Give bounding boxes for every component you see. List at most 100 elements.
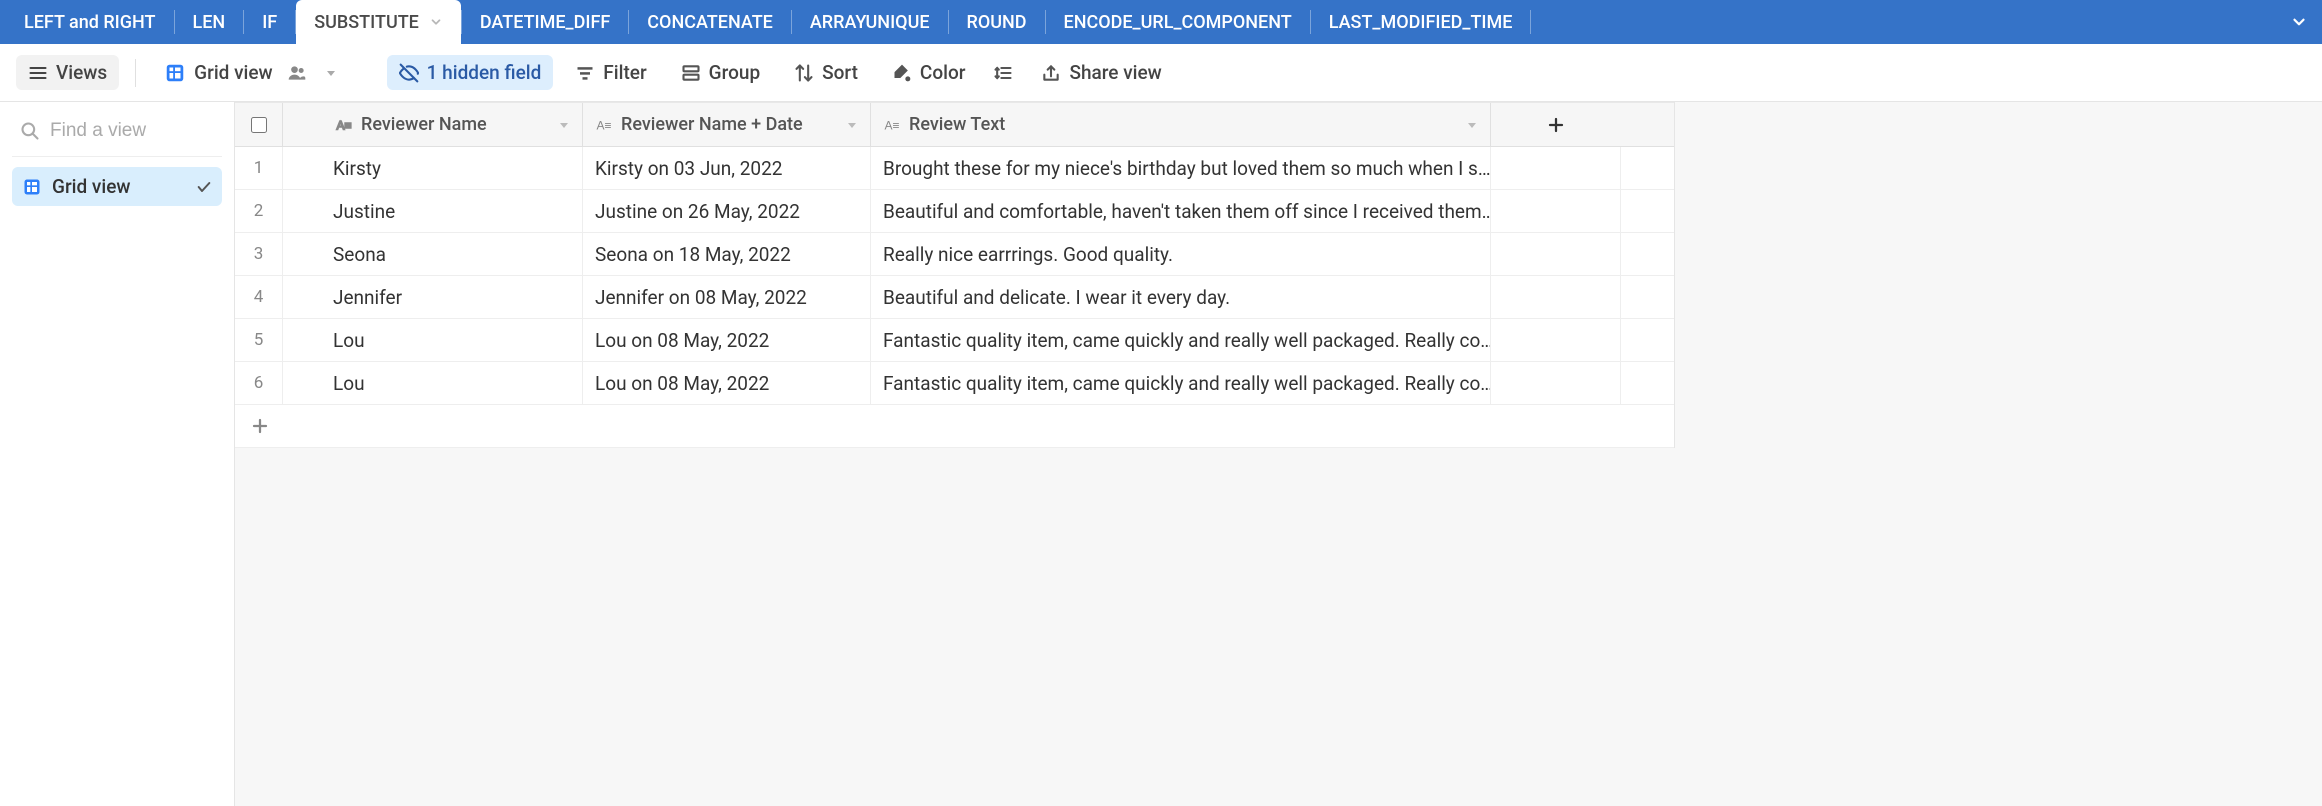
column-label: Reviewer Name + Date [621, 114, 803, 135]
tab-label: LEN [193, 12, 226, 33]
view-switcher[interactable]: Grid view [152, 55, 348, 90]
svg-text:A≡: A≡ [885, 118, 900, 132]
column-header-reviewer-name[interactable]: A≡ Reviewer Name [283, 103, 583, 146]
cell-review-text[interactable]: Beautiful and comfortable, haven't taken… [871, 190, 1491, 232]
tab-concatenate[interactable]: CONCATENATE [629, 0, 791, 44]
cell-empty [1491, 276, 1621, 318]
row-height-icon [993, 63, 1013, 83]
tab-datetime-diff[interactable]: DATETIME_DIFF [462, 0, 628, 44]
tab-round[interactable]: ROUND [949, 0, 1045, 44]
cell-reviewer-name-date[interactable]: Lou on 08 May, 2022 [583, 319, 871, 361]
color-icon [892, 63, 912, 83]
cell-reviewer-name[interactable]: Lou [283, 319, 583, 361]
cell-reviewer-name[interactable]: Lou [283, 362, 583, 404]
group-label: Group [709, 61, 760, 84]
views-label: Views [56, 61, 107, 84]
tab-label: ARRAYUNIQUE [810, 12, 930, 33]
tabs-overflow-button[interactable] [2276, 0, 2322, 44]
row-number[interactable]: 6 [235, 362, 283, 404]
table-row[interactable]: 3 Seona Seona on 18 May, 2022 Really nic… [235, 233, 1674, 276]
cell-reviewer-name[interactable]: Justine [283, 190, 583, 232]
row-number[interactable]: 3 [235, 233, 283, 275]
cell-reviewer-name[interactable]: Kirsty [283, 147, 583, 189]
add-row-button[interactable] [235, 405, 535, 447]
cell-reviewer-name-date[interactable]: Seona on 18 May, 2022 [583, 233, 871, 275]
find-view-search[interactable] [12, 112, 222, 157]
tab-last-modified-time[interactable]: LAST_MODIFIED_TIME [1311, 0, 1531, 44]
tab-label: DATETIME_DIFF [480, 12, 610, 33]
sort-label: Sort [822, 61, 858, 84]
cell-review-text[interactable]: Brought these for my niece's birthday bu… [871, 147, 1491, 189]
views-button[interactable]: Views [16, 55, 119, 90]
add-row[interactable] [235, 405, 1674, 448]
select-all-checkbox[interactable] [251, 117, 267, 133]
formula-field-icon: A≡ [883, 116, 901, 134]
add-column-button[interactable] [1491, 103, 1621, 146]
sidebar-view-label: Grid view [52, 175, 130, 198]
cell-review-text[interactable]: Fantastic quality item, came quickly and… [871, 319, 1491, 361]
cell-reviewer-name[interactable]: Jennifer [283, 276, 583, 318]
cell-empty [1491, 233, 1621, 275]
group-icon [681, 63, 701, 83]
tab-label: LAST_MODIFIED_TIME [1329, 12, 1513, 33]
tab-len[interactable]: LEN [175, 0, 244, 44]
grid-header-row: A≡ Reviewer Name A≡ Reviewer Name + Date [235, 102, 1674, 147]
tab-encode-url-component[interactable]: ENCODE_URL_COMPONENT [1046, 0, 1310, 44]
svg-text:A≡: A≡ [337, 118, 352, 132]
cell-review-text[interactable]: Fantastic quality item, came quickly and… [871, 362, 1491, 404]
share-view-button[interactable]: Share view [1029, 55, 1173, 90]
tab-left-and-right[interactable]: LEFT and RIGHT [6, 0, 174, 44]
row-number[interactable]: 2 [235, 190, 283, 232]
cell-reviewer-name-date[interactable]: Justine on 26 May, 2022 [583, 190, 871, 232]
formula-field-icon: A≡ [335, 116, 353, 134]
column-header-review-text[interactable]: A≡ Review Text [871, 103, 1491, 146]
grid-container: A≡ Reviewer Name A≡ Reviewer Name + Date [235, 102, 2322, 806]
hidden-fields-button[interactable]: 1 hidden field [387, 55, 554, 90]
tab-label: ROUND [967, 12, 1027, 33]
cell-empty [1491, 190, 1621, 232]
sort-button[interactable]: Sort [782, 55, 870, 90]
cell-empty [1491, 362, 1621, 404]
table-row[interactable]: 4 Jennifer Jennifer on 08 May, 2022 Beau… [235, 276, 1674, 319]
row-height-button[interactable] [987, 57, 1019, 89]
cell-reviewer-name[interactable]: Seona [283, 233, 583, 275]
tab-if[interactable]: IF [244, 0, 295, 44]
cell-review-text[interactable]: Really nice earrrings. Good quality. [871, 233, 1491, 275]
views-sidebar: Grid view [0, 102, 235, 806]
table-row[interactable]: 2 Justine Justine on 26 May, 2022 Beauti… [235, 190, 1674, 233]
find-view-input[interactable] [50, 120, 214, 142]
tab-arrayunique[interactable]: ARRAYUNIQUE [792, 0, 948, 44]
tab-substitute[interactable]: SUBSTITUTE [296, 0, 461, 44]
eye-off-icon [399, 63, 419, 83]
formula-field-icon: A≡ [595, 116, 613, 134]
tab-label: CONCATENATE [647, 12, 773, 33]
filter-button[interactable]: Filter [563, 55, 658, 90]
row-number[interactable]: 5 [235, 319, 283, 361]
row-number[interactable]: 1 [235, 147, 283, 189]
add-row-rest [535, 405, 1674, 447]
table-row[interactable]: 5 Lou Lou on 08 May, 2022 Fantastic qual… [235, 319, 1674, 362]
color-label: Color [920, 61, 966, 84]
cell-reviewer-name-date[interactable]: Kirsty on 03 Jun, 2022 [583, 147, 871, 189]
tab-separator [1530, 10, 1531, 34]
caret-down-icon[interactable] [558, 119, 570, 131]
svg-text:A≡: A≡ [597, 118, 612, 132]
row-number[interactable]: 4 [235, 276, 283, 318]
group-button[interactable]: Group [669, 55, 772, 90]
select-all-header[interactable] [235, 103, 283, 146]
column-header-reviewer-name-date[interactable]: A≡ Reviewer Name + Date [583, 103, 871, 146]
filter-icon [575, 63, 595, 83]
sidebar-view-grid[interactable]: Grid view [12, 167, 222, 206]
chevron-down-icon[interactable] [429, 15, 443, 29]
cell-reviewer-name-date[interactable]: Jennifer on 08 May, 2022 [583, 276, 871, 318]
color-button[interactable]: Color [880, 55, 978, 90]
view-toolbar: Views Grid view 1 hidden field Filter Gr… [0, 44, 2322, 102]
plus-icon [251, 417, 269, 435]
cell-review-text[interactable]: Beautiful and delicate. I wear it every … [871, 276, 1491, 318]
caret-down-icon[interactable] [846, 119, 858, 131]
table-row[interactable]: 1 Kirsty Kirsty on 03 Jun, 2022 Brought … [235, 147, 1674, 190]
column-label: Reviewer Name [361, 114, 487, 135]
table-row[interactable]: 6 Lou Lou on 08 May, 2022 Fantastic qual… [235, 362, 1674, 405]
cell-reviewer-name-date[interactable]: Lou on 08 May, 2022 [583, 362, 871, 404]
caret-down-icon[interactable] [1466, 119, 1478, 131]
